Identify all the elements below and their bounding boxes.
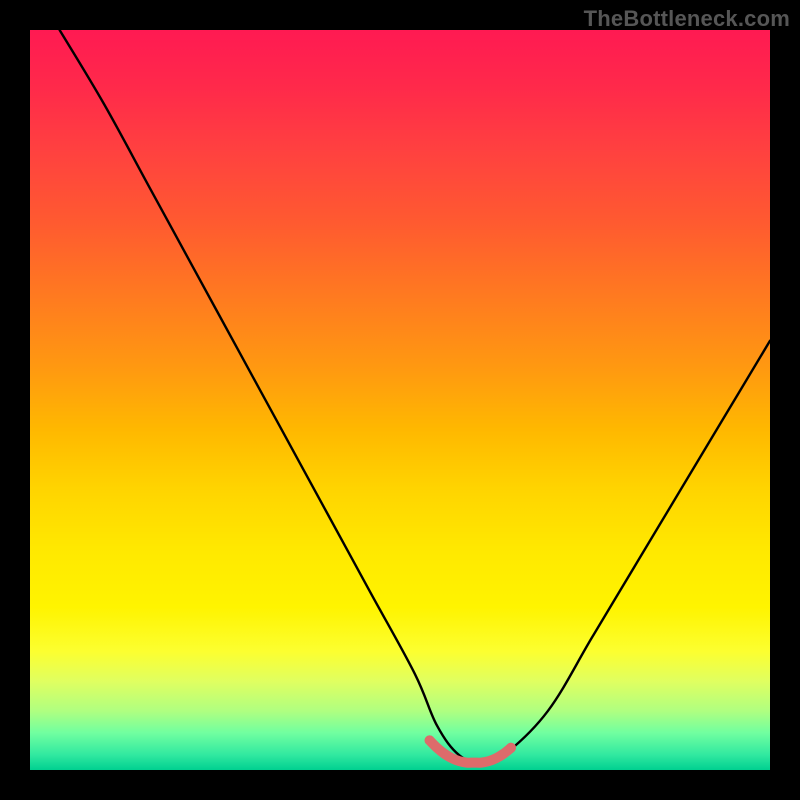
optimal-zone-dot-left (425, 735, 435, 745)
optimal-zone-dot-right (506, 743, 516, 753)
plot-area (30, 30, 770, 770)
chart-canvas: TheBottleneck.com (0, 0, 800, 800)
bottleneck-curve-path (60, 30, 770, 763)
optimal-zone-path (430, 740, 511, 762)
curve-layer (30, 30, 770, 770)
watermark-text: TheBottleneck.com (584, 6, 790, 32)
